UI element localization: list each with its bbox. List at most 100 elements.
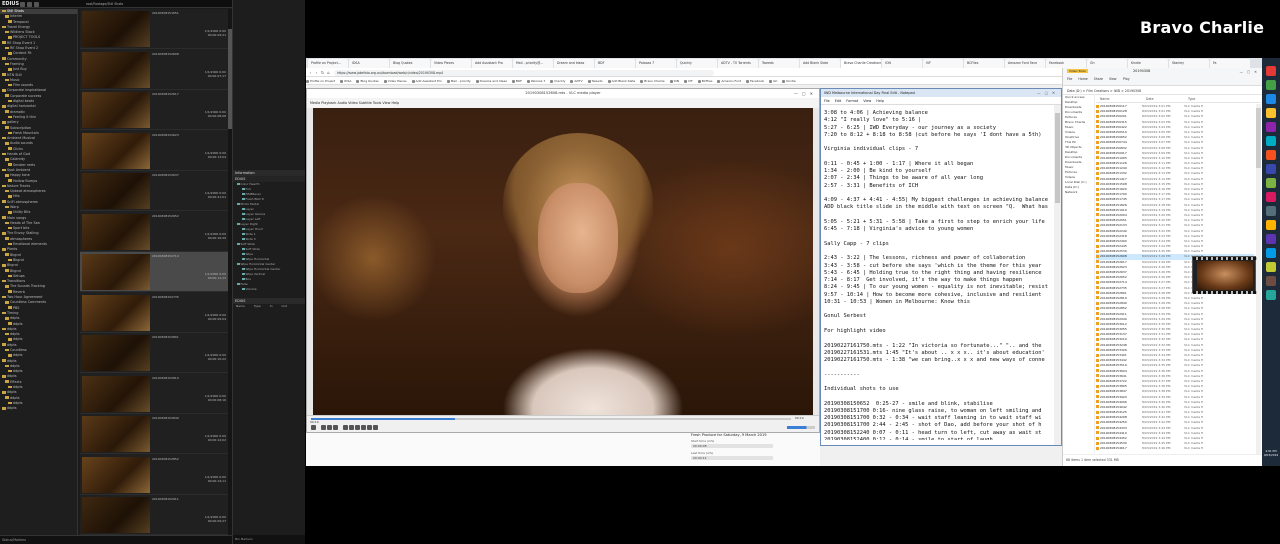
tracks-column-header[interactable]: Type — [254, 304, 261, 308]
clip-row[interactable]: 20190308152617 1/1/2000 0:00 00:00:08;08 — [80, 90, 228, 130]
bookmark-item[interactable]: ION — [670, 77, 680, 84]
clip-row[interactable]: 20190308152652 1/1/2000 0:00 00:00:16;29 — [80, 212, 228, 252]
browser-tab[interactable]: IVF — [923, 59, 963, 68]
browser-tab[interactable]: Palooza 7 — [636, 59, 676, 68]
taskbar-app-icon[interactable] — [1266, 108, 1276, 118]
address-bar[interactable]: https://www.jakefoto.org.au/download/web… — [334, 69, 714, 76]
col-date[interactable]: Date — [1146, 96, 1154, 103]
clip-thumbnail[interactable] — [82, 254, 150, 290]
clip-row[interactable]: 20190308152911 1/1/2000 0:00 00:00:09;27 — [80, 495, 228, 535]
frame-icon[interactable] — [367, 425, 372, 430]
browser-tab[interactable]: BDF — [595, 59, 635, 68]
browser-tab[interactable]: Add Assistant Pro — [472, 59, 512, 68]
browser-tab[interactable]: Dream and Ideas — [554, 59, 594, 68]
bookmark-item[interactable]: Facebook — [746, 77, 764, 84]
notepad-menu-item[interactable]: Edit — [835, 99, 842, 103]
reload-icon[interactable]: ↻ — [320, 70, 325, 75]
bookmark-item[interactable]: Bravo Charlie — [640, 77, 664, 84]
bookmark-item[interactable]: Video Pieces — [384, 77, 407, 84]
notepad-scrollbar-thumb[interactable] — [1055, 113, 1060, 203]
folder-tree-item[interactable]: ddpts — [0, 406, 77, 411]
clip-thumbnail[interactable] — [82, 92, 150, 128]
notepad-window-controls[interactable]: —▢✕ — [1037, 89, 1059, 97]
notepad-text-area[interactable]: 3:08 to 4:06 | Achieving balance 4:12 "I … — [824, 110, 1054, 440]
explorer-scrollbar-thumb[interactable] — [1256, 108, 1261, 168]
clip-thumbnail[interactable] — [82, 51, 150, 88]
toolbar-open-icon[interactable] — [27, 1, 32, 7]
browser-tab[interactable]: ADTV - TV Torrents — [718, 59, 758, 68]
taskbar-app-icon[interactable] — [1266, 136, 1276, 146]
col-type[interactable]: Type — [1188, 96, 1195, 103]
clip-row[interactable]: 20190308152801 1/1/2000 0:00 00:00:10;22 — [80, 333, 228, 373]
effect-item[interactable]: Volume — [233, 287, 305, 292]
browser-tab[interactable]: Amazon Font Face — [1005, 59, 1045, 68]
bookmark-item[interactable]: BCFiles — [698, 77, 713, 84]
stop-icon[interactable] — [327, 425, 332, 430]
bookmark-item[interactable]: Kindle — [782, 77, 795, 84]
tracks-column-header[interactable]: In — [270, 304, 273, 308]
bookmark-item[interactable]: Gh — [769, 77, 777, 84]
explorer-ribbon-tab[interactable]: File — [1067, 77, 1072, 81]
browser-tab[interactable]: Video Pieces — [431, 59, 471, 68]
bookmark-item[interactable]: Add Blank Slate — [608, 77, 636, 84]
col-name[interactable]: Name — [1100, 96, 1109, 103]
explorer-scrollbar[interactable] — [1256, 104, 1261, 454]
browser-tab[interactable]: Profile on Project... — [308, 59, 348, 68]
clip-thumbnail[interactable] — [82, 132, 150, 169]
browser-tab[interactable]: Mail - priority@... — [513, 59, 553, 68]
taskbar-app-icon[interactable] — [1266, 234, 1276, 244]
fullscreen-icon[interactable] — [343, 425, 348, 430]
clip-thumbnail[interactable] — [82, 456, 150, 493]
browser-tab[interactable]: Blog Quotes — [390, 59, 430, 68]
browser-tab[interactable]: Fa — [1210, 59, 1250, 68]
notepad-scrollbar[interactable] — [1054, 105, 1061, 445]
bookmark-item[interactable]: Amazon Font — [717, 77, 741, 84]
taskbar-app-icon[interactable] — [1266, 220, 1276, 230]
explorer-file-row[interactable]: 20190308154617 8/03/2019 3:46 PM VLC media… — [1096, 446, 1254, 451]
bookmark-item[interactable]: IVF — [684, 77, 693, 84]
explorer-window-controls[interactable]: —▢✕ — [1240, 68, 1261, 77]
vlc-window-controls[interactable]: —▢✕ — [794, 89, 817, 98]
ribbon-play-tab[interactable]: Play — [1123, 77, 1130, 81]
play-icon[interactable] — [311, 425, 316, 430]
clip-row[interactable]: 20190308152637 1/1/2000 0:00 00:00:21;01 — [80, 171, 228, 211]
clip-row[interactable]: 20190308152840 1/1/2000 0:00 00:00:12;02 — [80, 414, 228, 454]
taskbar-app-icon[interactable] — [1266, 290, 1276, 300]
clip-row[interactable]: 20190308152714 1/1/2000 0:00 00:00:11;13 — [80, 252, 228, 292]
browser-tab[interactable]: Bravo Charlie Creations — [841, 59, 881, 68]
bookmark-item[interactable]: IDSA — [340, 77, 351, 84]
taskbar-app-icon[interactable] — [1266, 66, 1276, 76]
taskbar-clock[interactable]: 4:01 PM 9/03/2019 — [1262, 449, 1280, 457]
taskbar-app-icon[interactable] — [1266, 276, 1276, 286]
clip-thumbnail[interactable] — [82, 416, 150, 452]
clip-row[interactable]: 20190308152608 1/1/2000 0:00 00:00:07;17 — [80, 50, 228, 90]
forward-icon[interactable]: › — [314, 70, 319, 75]
clip-row[interactable]: 20190308152735 1/1/2000 0:00 00:00:09;04 — [80, 293, 228, 333]
taskbar-app-icon[interactable] — [1266, 150, 1276, 160]
clip-thumbnail[interactable] — [82, 335, 150, 371]
taskbar-app-icon[interactable] — [1266, 94, 1276, 104]
clip-thumbnail[interactable] — [82, 375, 150, 412]
tracks-column-header[interactable]: Name — [236, 304, 245, 308]
browser-tab[interactable]: IDSA — [349, 59, 389, 68]
taskbar-app-icon[interactable] — [1266, 122, 1276, 132]
bookmark-item[interactable]: Mail - priority — [447, 77, 471, 84]
tracks-column-header[interactable]: Out — [282, 304, 287, 308]
shuffle-icon[interactable] — [361, 425, 366, 430]
browser-tab[interactable]: Add Blank Slate — [800, 59, 840, 68]
browser-tab[interactable]: Kindle — [1128, 59, 1168, 68]
taskbar-app-icon[interactable] — [1266, 164, 1276, 174]
loop-icon[interactable] — [355, 425, 360, 430]
browser-tab[interactable]: Gh — [1087, 59, 1127, 68]
clip-thumbnail[interactable] — [82, 11, 150, 47]
bookmark-item[interactable]: Quickly — [550, 77, 565, 84]
toolbar-save-icon[interactable] — [34, 1, 39, 7]
next-icon[interactable] — [333, 425, 338, 430]
clip-row[interactable]: 20190308152819 1/1/2000 0:00 00:00:08;16 — [80, 374, 228, 414]
bookmark-item[interactable]: Tweeds — [588, 77, 603, 84]
clip-thumbnail[interactable] — [82, 497, 150, 533]
clip-row[interactable]: 20190308152623 1/1/2000 0:00 00:00:13;04 — [80, 131, 228, 171]
browser-tab[interactable]: Quickly — [677, 59, 717, 68]
volume-slider[interactable] — [787, 426, 815, 429]
vlc-seek-bar[interactable] — [311, 418, 791, 420]
